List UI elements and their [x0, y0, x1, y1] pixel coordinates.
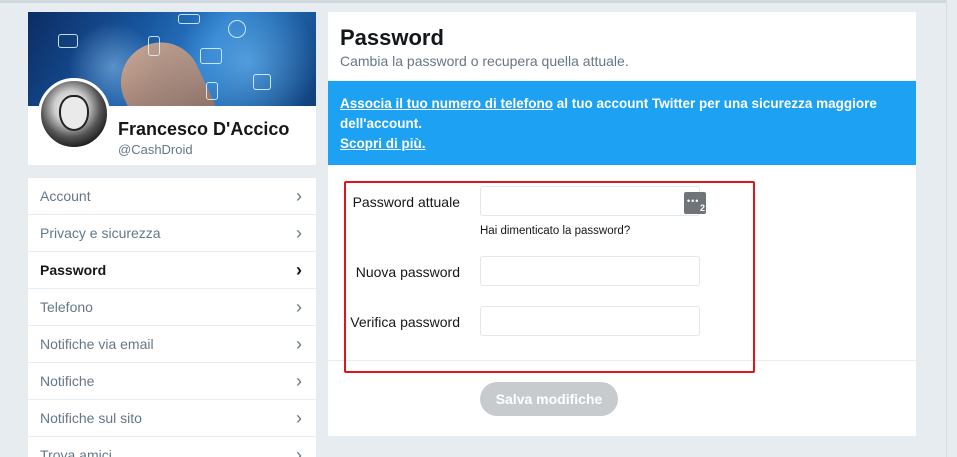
chevron-right-icon: › [296, 445, 302, 457]
verify-password-label: Verifica password [350, 314, 460, 330]
nav-item-notifications[interactable]: Notifiche › [28, 363, 316, 400]
profile-card: Francesco D'Accico @CashDroid [28, 12, 316, 165]
nav-item-label: Notifiche sul sito [40, 410, 142, 426]
nav-item-label: Password [40, 262, 107, 278]
nav-item-account[interactable]: Account › [28, 178, 316, 215]
new-password-input[interactable] [480, 256, 700, 286]
link-add-phone[interactable]: Associa il tuo numero di telefono [340, 96, 553, 111]
chevron-right-icon: › [296, 223, 302, 243]
nav-item-label: Notifiche [40, 373, 95, 389]
verify-password-input[interactable] [480, 306, 700, 336]
current-password-label: Password attuale [352, 194, 460, 210]
page-title: Password [340, 25, 444, 50]
divider [328, 360, 916, 361]
profile-name[interactable]: Francesco D'Accico [118, 119, 289, 140]
new-password-row: Nuova password [328, 256, 916, 288]
phone-prompt-banner: Associa il tuo numero di telefono al tuo… [328, 81, 916, 165]
password-settings-panel: Password Cambia la password o recupera q… [328, 12, 916, 436]
nav-item-privacy[interactable]: Privacy e sicurezza › [28, 215, 316, 252]
nav-item-site-notifications[interactable]: Notifiche sul sito › [28, 400, 316, 437]
password-manager-count: 2 [699, 203, 705, 213]
page-subtitle: Cambia la password o recupera quella att… [340, 53, 629, 69]
password-manager-icon[interactable]: ••• 2 [678, 190, 706, 214]
nav-item-label: Account [40, 188, 91, 204]
nav-item-email-notifications[interactable]: Notifiche via email › [28, 326, 316, 363]
chevron-right-icon: › [296, 371, 302, 391]
current-password-row: Password attuale ••• 2 [328, 186, 916, 218]
top-strip [0, 0, 957, 3]
avatar[interactable] [38, 78, 110, 150]
nav-item-label: Telefono [40, 299, 93, 315]
nav-item-label: Trova amici [40, 447, 112, 457]
nav-item-find-friends[interactable]: Trova amici › [28, 437, 316, 457]
nav-item-label: Privacy e sicurezza [40, 225, 161, 241]
right-edge [946, 0, 957, 457]
forgot-password-link[interactable]: Hai dimenticato la password? [480, 225, 630, 237]
settings-nav: Account › Privacy e sicurezza › Password… [28, 178, 316, 457]
new-password-label: Nuova password [355, 264, 460, 280]
chevron-right-icon: › [296, 408, 302, 428]
chevron-right-icon: › [296, 334, 302, 354]
save-changes-button[interactable]: Salva modifiche [480, 382, 618, 416]
nav-item-password[interactable]: Password › [28, 252, 316, 289]
profile-handle[interactable]: @CashDroid [118, 142, 193, 157]
nav-item-label: Notifiche via email [40, 336, 154, 352]
chevron-right-icon: › [296, 297, 302, 317]
verify-password-row: Verifica password [328, 306, 916, 338]
current-password-input[interactable] [480, 186, 700, 216]
chevron-right-icon: › [296, 186, 302, 206]
nav-item-phone[interactable]: Telefono › [28, 289, 316, 326]
chevron-right-icon: › [296, 260, 302, 280]
link-learn-more[interactable]: Scopri di più. [340, 136, 426, 151]
